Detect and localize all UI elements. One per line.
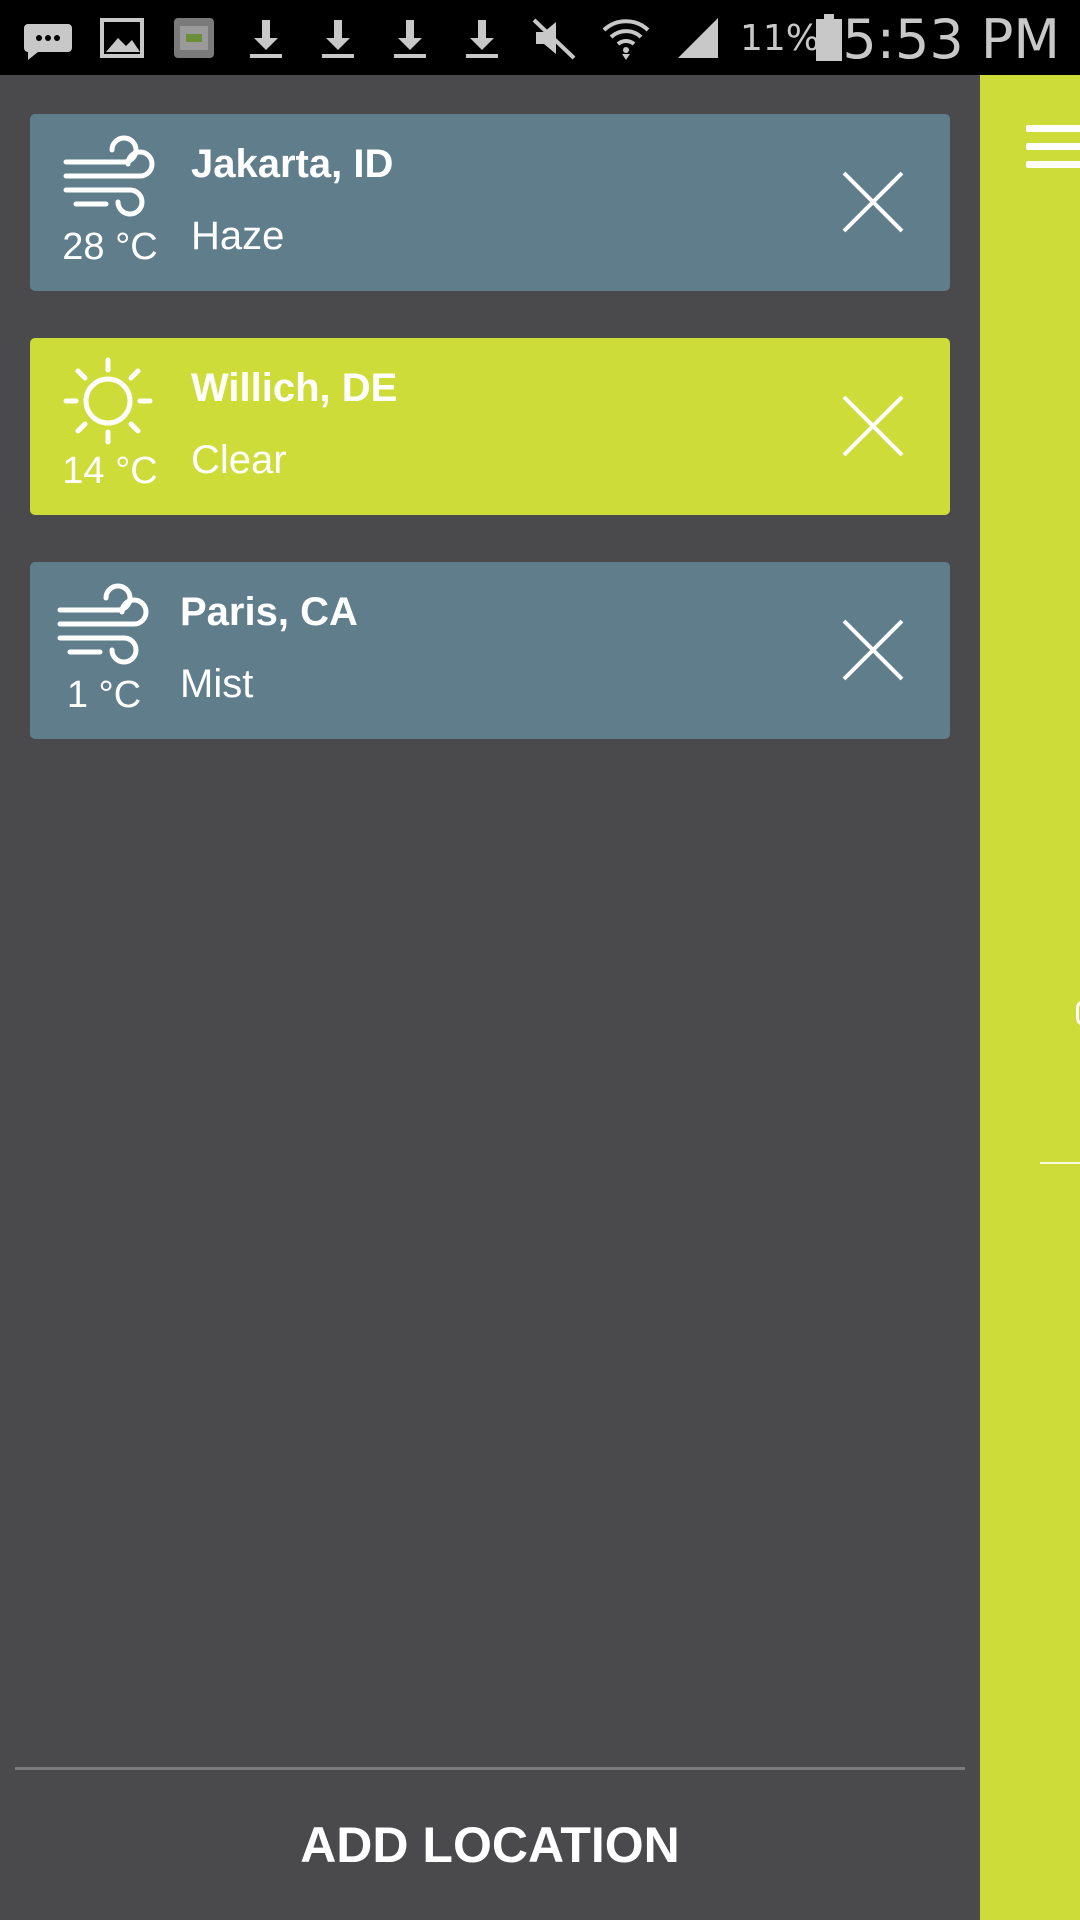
download-icon bbox=[384, 12, 436, 64]
location-temperature: 28 °C bbox=[62, 226, 158, 268]
close-icon bbox=[842, 171, 904, 233]
location-temperature: 1 °C bbox=[66, 674, 142, 716]
wind-icon bbox=[52, 580, 152, 670]
location-condition: Clear bbox=[191, 438, 287, 482]
main-screen-divider bbox=[1040, 1162, 1080, 1164]
location-card[interactable]: 14 °C Willich, DE Clear bbox=[30, 338, 950, 515]
hamburger-menu-icon[interactable] bbox=[1026, 125, 1080, 175]
sun-icon bbox=[58, 356, 158, 446]
location-temperature: 14 °C bbox=[62, 450, 158, 492]
battery-icon bbox=[812, 12, 846, 64]
messaging-icon bbox=[22, 12, 74, 64]
app-notification-icon bbox=[168, 12, 220, 64]
main-screen-indicator bbox=[1076, 1000, 1080, 1026]
location-condition: Haze bbox=[191, 214, 285, 258]
wifi-icon bbox=[600, 12, 652, 64]
add-location-button[interactable]: ADD LOCATION bbox=[0, 1770, 980, 1920]
locations-drawer: 28 °C Jakarta, ID Haze 14 °C Willich, DE… bbox=[0, 75, 980, 1920]
location-city: Paris, CA bbox=[180, 590, 358, 634]
mute-icon bbox=[528, 12, 580, 64]
close-icon bbox=[842, 619, 904, 681]
close-icon bbox=[842, 395, 904, 457]
location-condition: Mist bbox=[180, 662, 254, 706]
wind-icon bbox=[58, 132, 158, 222]
remove-location-button[interactable] bbox=[840, 617, 906, 683]
download-icon bbox=[456, 12, 508, 64]
download-icon bbox=[240, 12, 292, 64]
gallery-icon bbox=[96, 12, 148, 64]
remove-location-button[interactable] bbox=[840, 169, 906, 235]
location-city: Jakarta, ID bbox=[191, 142, 394, 186]
status-bar: 11% 5:53 PM bbox=[0, 0, 1080, 75]
battery-percentage: 11% bbox=[740, 18, 821, 59]
clock: 5:53 PM bbox=[842, 8, 1060, 71]
download-icon bbox=[312, 12, 364, 64]
location-card[interactable]: 1 °C Paris, CA Mist bbox=[30, 562, 950, 739]
remove-location-button[interactable] bbox=[840, 393, 906, 459]
location-card[interactable]: 28 °C Jakarta, ID Haze bbox=[30, 114, 950, 291]
location-city: Willich, DE bbox=[191, 366, 398, 410]
cellular-signal-icon bbox=[672, 12, 724, 64]
main-screen-edge[interactable] bbox=[980, 75, 1080, 1920]
